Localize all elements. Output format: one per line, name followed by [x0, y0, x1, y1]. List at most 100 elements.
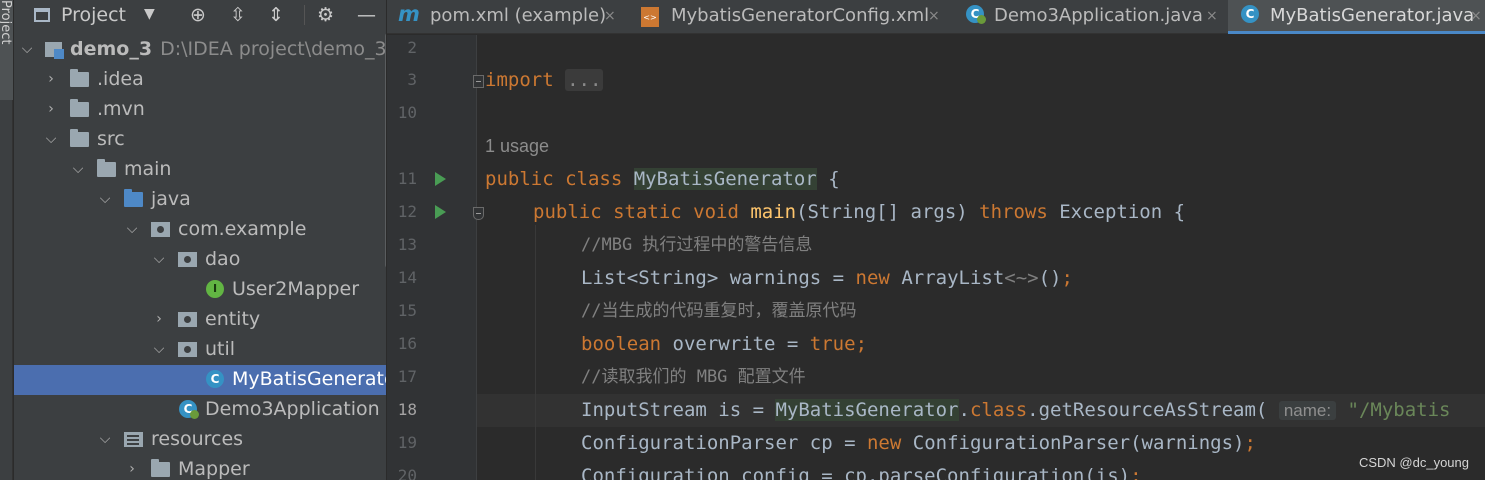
tree-item-demo-3[interactable]: ⌵ demo_3 D:\IDEA project\demo_3 [14, 35, 386, 65]
folder-icon [151, 459, 170, 477]
tree-item-entity[interactable]: › entity [14, 305, 386, 335]
tree-item-util[interactable]: ⌵ util [14, 335, 386, 365]
close-icon[interactable]: × [1470, 7, 1482, 25]
tree-item-dao[interactable]: ⌵ dao [14, 245, 386, 275]
code-line-18: InputStream is = MyBatisGenerator.class.… [581, 399, 1451, 421]
tool-window-strip: Project [0, 0, 13, 480]
tree-item-label: User2Mapper [232, 278, 360, 300]
line-number: 18 [397, 400, 417, 419]
chevron-right-icon[interactable]: › [152, 308, 166, 330]
chevron-down-icon[interactable]: ⌵ [20, 38, 34, 60]
package-icon [178, 312, 197, 327]
package-icon [178, 342, 197, 357]
project-panel: Project ▼ ⊕ ⇳ ⇕ ⚙ — ⌵ demo_3 D:\IDEA proj… [14, 0, 386, 480]
minimize-icon[interactable]: — [357, 4, 376, 26]
package-icon [178, 252, 197, 267]
line-number: 20 [397, 466, 417, 480]
tab-mybatisgenerator-java[interactable]: C MyBatisGenerator.java × [1228, 0, 1485, 34]
chevron-right-icon[interactable]: › [44, 98, 58, 120]
chevron-right-icon[interactable]: › [125, 458, 139, 480]
fold-toggle-icon[interactable] [473, 75, 484, 88]
chevron-down-icon[interactable]: ⌵ [152, 338, 166, 360]
close-icon[interactable]: × [928, 7, 940, 25]
tree-item-label: .idea [97, 68, 144, 90]
source-folder-icon [124, 189, 143, 207]
line-number: 14 [397, 268, 417, 287]
tree-item-label: java [151, 188, 191, 210]
maven-icon: m [398, 2, 420, 26]
code-editor[interactable]: 2 3 10 11 12 13 14 15 16 17 18 19 20 imp… [387, 35, 1485, 480]
tree-item-mapper[interactable]: › Mapper [14, 455, 386, 480]
watermark: CSDN @dc_young [1358, 455, 1469, 470]
tab-mybatisgeneratorconfig-xml[interactable]: <> MybatisGeneratorConfig.xml × [623, 0, 953, 34]
code-line-3: import ... [485, 69, 604, 91]
project-view-icon [34, 8, 50, 22]
code-line-19: ConfigurationParser cp = new Configurati… [581, 432, 1256, 454]
module-path: D:\IDEA project\demo_3 [160, 38, 386, 60]
code-line-15: //当生成的代码重复时，覆盖原代码 [581, 301, 857, 321]
line-number: 13 [397, 235, 417, 254]
chevron-down-icon[interactable]: ⌵ [152, 248, 166, 270]
line-number: 17 [397, 367, 417, 386]
tree-item-mvn[interactable]: › .mvn [14, 95, 386, 125]
resources-folder-icon [124, 432, 143, 447]
tree-item-main[interactable]: ⌵ main [14, 155, 386, 185]
code-line-11: public class MyBatisGenerator { [485, 168, 840, 190]
tree-item-label: dao [205, 248, 241, 270]
tree-item-demo3application[interactable]: C Demo3Application [14, 395, 386, 425]
close-icon[interactable]: × [604, 7, 616, 25]
tree-item-com-example[interactable]: ⌵ com.example [14, 215, 386, 245]
tree-scrollbar[interactable] [385, 33, 386, 268]
class-icon: C [206, 370, 224, 388]
package-icon [151, 222, 170, 237]
folder-icon [70, 69, 89, 87]
chevron-down-icon[interactable]: ⌵ [98, 188, 112, 210]
folded-imports[interactable]: ... [565, 69, 604, 91]
tree-item-java[interactable]: ⌵ java [14, 185, 386, 215]
spring-class-icon: C [966, 5, 986, 24]
collapse-all-icon[interactable]: ⇕ [268, 4, 284, 26]
module-icon [45, 42, 64, 59]
chevron-down-icon[interactable]: ⌵ [44, 128, 58, 150]
chevron-down-icon[interactable]: ⌵ [98, 428, 112, 450]
close-icon[interactable]: × [1206, 7, 1218, 25]
locate-icon[interactable]: ⊕ [190, 4, 206, 26]
run-main-icon[interactable] [435, 205, 446, 219]
tab-label: pom.xml (example) [430, 5, 607, 26]
code-line-16: boolean overwrite = true; [581, 333, 868, 355]
tab-label: Demo3Application.java [994, 5, 1203, 26]
tree-item-label: Demo3Application [205, 398, 380, 420]
parameter-name-hint: name: [1278, 401, 1337, 420]
run-class-icon[interactable] [435, 172, 446, 186]
tree-item-label: MyBatisGenerator [232, 368, 386, 390]
project-tool-button[interactable]: Project [0, 0, 13, 100]
tab-pom-xml[interactable]: m pom.xml (example) × [387, 0, 623, 34]
chevron-down-icon[interactable]: ▼ [144, 6, 155, 22]
tree-item-mybatisgenerator[interactable]: C MyBatisGenerator [14, 365, 386, 395]
code-line-17: //读取我们的 MBG 配置文件 [581, 367, 806, 387]
usage-hint[interactable]: 1 usage [485, 135, 549, 157]
line-number: 12 [397, 202, 417, 221]
line-number: 16 [397, 334, 417, 353]
interface-icon: I [206, 280, 224, 298]
tree-item-idea[interactable]: › .idea [14, 65, 386, 95]
tree-item-resources[interactable]: ⌵ resources [14, 425, 386, 455]
tree-item-label: util [205, 338, 236, 360]
spring-class-icon: C [179, 400, 199, 419]
chevron-right-icon[interactable]: › [44, 68, 58, 90]
expand-all-icon[interactable]: ⇳ [230, 4, 246, 26]
tree-item-user2mapper[interactable]: I User2Mapper [14, 275, 386, 305]
indent-guide [535, 225, 536, 480]
project-view-selector[interactable]: Project [61, 4, 126, 26]
tree-item-src[interactable]: ⌵ src [14, 125, 386, 155]
fold-toggle-icon[interactable] [473, 207, 484, 220]
chevron-down-icon[interactable]: ⌵ [125, 218, 139, 240]
chevron-down-icon[interactable]: ⌵ [71, 158, 85, 180]
code-line-20: Configuration config = cp.parseConfigura… [581, 465, 1142, 480]
tree-item-label: src [97, 128, 125, 150]
project-tool-label: Project [0, 0, 13, 45]
tab-label: MyBatisGenerator.java [1270, 5, 1475, 26]
tab-label: MybatisGeneratorConfig.xml [671, 5, 930, 26]
gear-icon[interactable]: ⚙ [317, 4, 334, 26]
tab-demo3application-java[interactable]: C Demo3Application.java × [953, 0, 1228, 34]
